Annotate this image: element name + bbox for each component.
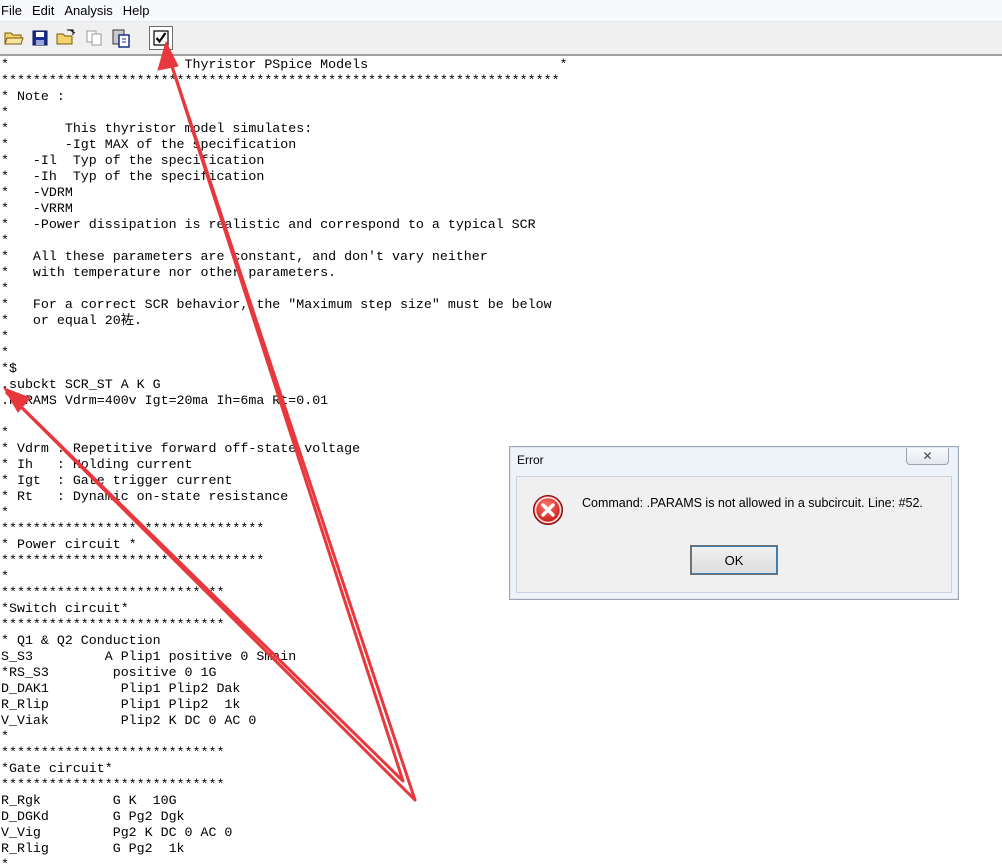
code-line: * -Igt MAX of the specification [1, 137, 297, 152]
code-line: **************************** [1, 777, 225, 792]
code-line: **************************** [1, 585, 225, 600]
code-line: R_Rlip Plip1 Plip2 1k [1, 697, 241, 712]
code-line: * [1, 281, 9, 296]
code-line: * or equal 20袏. [1, 313, 142, 328]
code-line: *Switch circuit* [1, 601, 129, 616]
code-line: *Gate circuit* [1, 761, 113, 776]
menu-help[interactable]: Help [123, 3, 158, 18]
check-icon[interactable] [149, 26, 173, 50]
code-line: * [1, 329, 9, 344]
close-icon[interactable]: ✕ [906, 448, 949, 465]
menu-file[interactable]: File [1, 3, 30, 18]
error-dialog: Error ✕ Command: .PARAMS is not allowed … [509, 446, 959, 600]
code-line: V_Vig Pg2 K DC 0 AC 0 [1, 825, 233, 840]
save-disk-icon[interactable] [28, 26, 52, 50]
code-line: ********************************* [1, 553, 265, 568]
code-line: .subckt SCR_ST A K G [1, 377, 161, 392]
code-line: * [1, 505, 9, 520]
menu-bar: File Edit Analysis Help [0, 0, 1002, 22]
open-file-icon[interactable] [54, 26, 78, 50]
code-line: * -Ih Typ of the specification [1, 169, 265, 184]
code-line: * Igt : Gate trigger current [1, 473, 233, 488]
code-line: * -VDRM [1, 185, 73, 200]
paste-icon[interactable] [109, 26, 133, 50]
code-line: *$ [1, 361, 17, 376]
code-line: R_Rlig G Pg2 1k [1, 841, 185, 856]
open-folder-icon[interactable] [2, 26, 26, 50]
code-line: * Note : [1, 89, 65, 104]
code-line: ****************************************… [1, 73, 560, 88]
error-icon [533, 495, 563, 525]
code-line: * Ih : Holding current [1, 457, 193, 472]
code-line: * Power circuit * [1, 537, 137, 552]
code-line: * Rt : Dynamic on-state resistance [1, 489, 289, 504]
code-line: * -Power dissipation is realistic and co… [1, 217, 536, 232]
code-line: * For a correct SCR behavior, the "Maxim… [1, 297, 552, 312]
code-line: D_DGKd G Pg2 Dgk [1, 809, 185, 824]
code-line: * [1, 857, 9, 866]
code-line: * [1, 345, 9, 360]
ok-button[interactable]: OK [690, 545, 778, 575]
code-line: * Vdrm : Repetitive forward off-state vo… [1, 441, 361, 456]
code-line: * [1, 729, 9, 744]
code-line: * Q1 & Q2 Conduction [1, 633, 161, 648]
code-line: **************************** [1, 745, 225, 760]
code-line: V_Viak Plip2 K DC 0 AC 0 [1, 713, 257, 728]
code-line: *RS_S3 positive 0 1G [1, 665, 217, 680]
toolbar [0, 22, 1002, 56]
code-line: * Thyristor PSpice Models * [1, 57, 568, 72]
dialog-title: Error [517, 453, 544, 467]
code-line: * This thyristor model simulates: [1, 121, 313, 136]
code-line: * -VRRM [1, 201, 73, 216]
code-text: * Thyristor PSpice Models * *************… [1, 57, 568, 866]
code-line: * All these parameters are constant, and… [1, 249, 488, 264]
code-line: * with temperature nor other parameters. [1, 265, 337, 280]
code-line: .PARAMS Vdrm=400v Igt=20ma Ih=6ma Rt=0.0… [1, 393, 329, 408]
code-line: D_DAK1 Plip1 Plip2 Dak [1, 681, 241, 696]
code-line: * [1, 569, 9, 584]
code-line: **************************** [1, 617, 225, 632]
copy-icon[interactable] [82, 26, 106, 50]
code-line: * [1, 233, 9, 248]
code-line: * -Il Typ of the specification [1, 153, 265, 168]
code-line: * [1, 105, 9, 120]
menu-analysis[interactable]: Analysis [64, 3, 120, 18]
code-line: R_Rgk G K 10G [1, 793, 177, 808]
dialog-message: Command: .PARAMS is not allowed in a sub… [582, 496, 923, 510]
dialog-body: Command: .PARAMS is not allowed in a sub… [516, 476, 952, 593]
code-line: S_S3 A Plip1 positive 0 Smain [1, 649, 297, 664]
code-line: * [1, 425, 9, 440]
menu-edit[interactable]: Edit [32, 3, 62, 18]
code-line: ********************************* [1, 521, 265, 536]
